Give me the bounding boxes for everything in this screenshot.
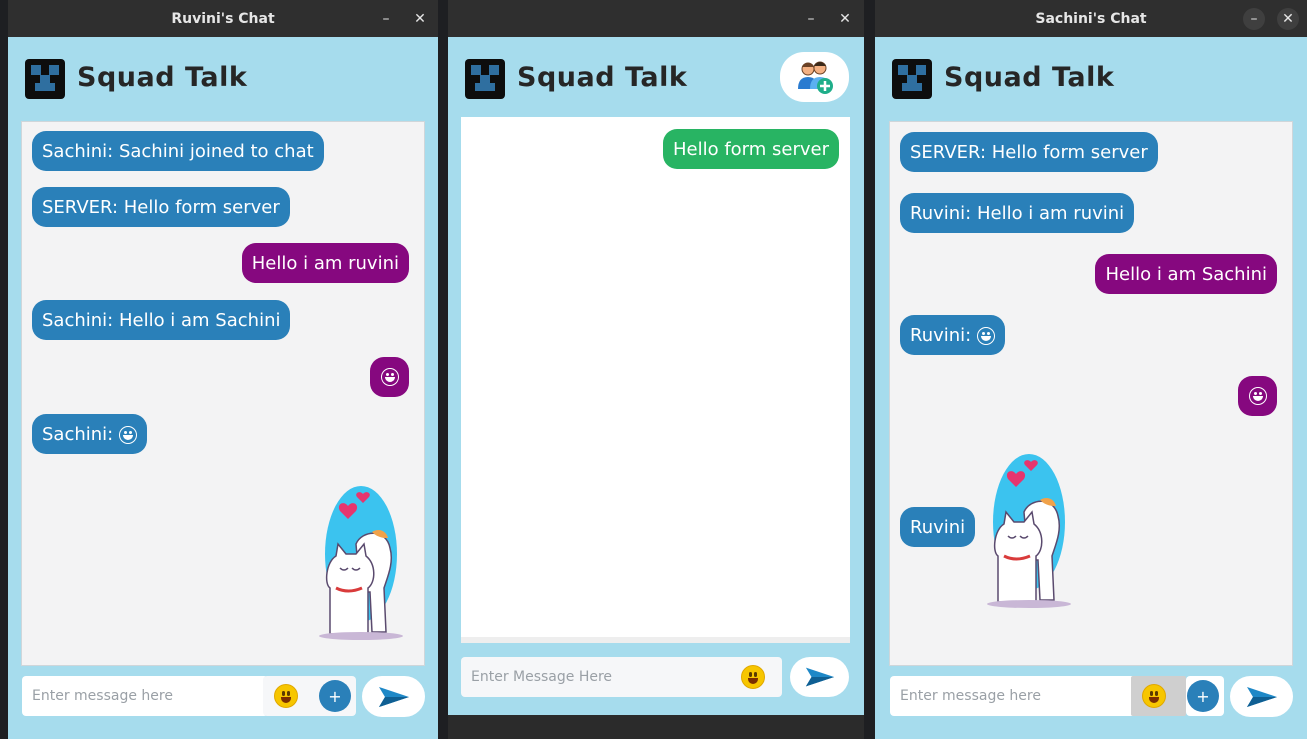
- message-bubble: SERVER: Hello form server: [900, 132, 1158, 172]
- server-chat-window: – ✕ Squad Talk Hello form server Enter M…: [448, 0, 864, 715]
- app-title: Squad Talk: [517, 62, 688, 93]
- message-input[interactable]: Enter Message Here: [461, 657, 782, 697]
- message-bubble: Hello form server: [662, 129, 839, 169]
- emoji-message-bubble: [1238, 376, 1277, 416]
- send-button[interactable]: [1230, 676, 1293, 717]
- desktop-strip: [0, 0, 8, 739]
- minimize-button[interactable]: –: [1243, 8, 1265, 30]
- add-user-icon: [797, 61, 833, 94]
- window-title: Sachini's Chat: [1035, 10, 1147, 27]
- close-button[interactable]: ✕: [1277, 8, 1299, 30]
- paper-plane-icon: [1246, 686, 1277, 707]
- send-button[interactable]: [790, 657, 849, 697]
- app-title: Squad Talk: [944, 62, 1115, 93]
- sachini-chat-window: Sachini's Chat – ✕ Squad Talk SERVER: He…: [875, 0, 1307, 739]
- cat-dog-love-sticker: [987, 454, 1071, 608]
- chat-messages-area[interactable]: Sachini: Sachini joined to chat SERVER: …: [21, 121, 425, 666]
- send-button[interactable]: [362, 676, 425, 717]
- attach-plus-button[interactable]: +: [319, 680, 351, 712]
- add-user-button[interactable]: [780, 52, 849, 102]
- message-input[interactable]: Enter message here: [890, 676, 1136, 716]
- smile-emoji-icon[interactable]: [274, 684, 298, 708]
- ruvini-chat-window: Ruvini's Chat – ✕ Squad Talk Sachini: Sa…: [8, 0, 438, 739]
- message-bubble: Hello i am ruvini: [241, 243, 409, 283]
- server-messages-area[interactable]: Hello form server: [461, 117, 850, 643]
- paper-plane-icon: [805, 667, 834, 687]
- minimize-button[interactable]: –: [375, 8, 397, 30]
- grin-emoji-icon: [380, 368, 399, 386]
- squad-talk-logo-icon: [25, 59, 65, 99]
- close-button[interactable]: ✕: [834, 8, 856, 30]
- message-bubble: Sachini: Sachini joined to chat: [32, 131, 324, 171]
- desktop-strip: [438, 0, 448, 739]
- window-title: Ruvini's Chat: [171, 10, 275, 27]
- minimize-button[interactable]: –: [800, 8, 822, 30]
- message-bubble: Ruvini: Hello i am ruvini: [900, 193, 1135, 233]
- smile-emoji-icon[interactable]: [741, 665, 765, 689]
- cat-dog-love-sticker: [319, 486, 403, 640]
- smile-emoji-icon: [1248, 387, 1267, 405]
- paper-plane-icon: [378, 686, 409, 707]
- attach-plus-button[interactable]: +: [1187, 680, 1219, 712]
- message-bubble: Sachini: Hello i am Sachini: [32, 300, 291, 340]
- message-input[interactable]: Enter message here: [22, 676, 268, 716]
- app-title: Squad Talk: [77, 62, 248, 93]
- grin-emoji-icon: [977, 326, 996, 345]
- close-button[interactable]: ✕: [409, 8, 431, 30]
- squad-talk-logo-icon: [465, 59, 505, 99]
- smile-emoji-icon: [119, 425, 138, 444]
- message-bubble: Ruvini:: [900, 315, 1006, 355]
- smile-emoji-icon[interactable]: [1142, 684, 1166, 708]
- desktop-strip: [864, 0, 875, 739]
- message-bubble: Ruvini: [900, 507, 976, 547]
- squad-talk-logo-icon: [892, 59, 932, 99]
- message-bubble: Sachini:: [32, 414, 148, 454]
- message-bubble: Hello i am Sachini: [1095, 254, 1277, 294]
- emoji-message-bubble: [370, 357, 409, 397]
- window-titlebar[interactable]: Ruvini's Chat: [8, 0, 438, 37]
- message-bubble: SERVER: Hello form server: [32, 187, 290, 227]
- chat-messages-area[interactable]: SERVER: Hello form server Ruvini: Hello …: [889, 121, 1293, 666]
